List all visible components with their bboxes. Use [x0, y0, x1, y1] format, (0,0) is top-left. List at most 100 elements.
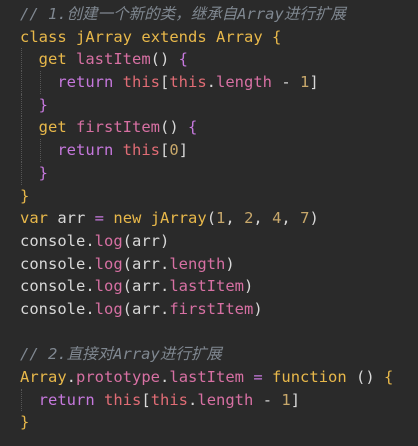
code-line[interactable]: } — [0, 411, 418, 434]
code-token: { — [188, 118, 198, 137]
code-token: } — [20, 186, 30, 205]
code-token: - — [272, 73, 301, 92]
code-token: Array — [216, 27, 263, 46]
code-token: this — [122, 141, 160, 160]
code-token: . — [85, 277, 95, 296]
code-line[interactable]: console.log(arr.length) — [0, 253, 418, 276]
code-token: firstItem — [169, 299, 254, 318]
code-token: ] — [309, 73, 319, 92]
code-token: . — [85, 231, 95, 250]
code-token: } — [38, 95, 49, 114]
code-token: . — [66, 368, 77, 386]
code-token: lastItem — [169, 277, 244, 296]
code-token: . — [85, 254, 95, 273]
code-line[interactable]: console.log(arr.lastItem) — [0, 275, 418, 298]
code-token: { — [178, 50, 189, 69]
code-line[interactable]: console.log(arr) — [0, 230, 418, 253]
code-editor[interactable]: // 1.创建一个新的类，继承自Array进行扩展 class jArray ex… — [0, 0, 418, 446]
code-token: 1 — [281, 390, 291, 409]
code-token: this — [169, 73, 207, 92]
code-token: = — [94, 209, 105, 228]
code-line[interactable]: get firstItem() { — [0, 116, 418, 140]
code-token: console — [20, 299, 86, 318]
indent-guide — [21, 93, 22, 117]
code-token: return — [38, 390, 95, 409]
code-token: // 1.创建一个新的类，继承自Array进行扩展 — [20, 5, 346, 23]
code-token: (arr. — [122, 254, 170, 273]
code-token: ) — [309, 209, 319, 228]
code-line[interactable]: return this[this.length - 1] — [0, 71, 418, 94]
code-line[interactable]: get lastItem() { — [0, 48, 418, 72]
code-token: , — [225, 209, 245, 228]
code-token: () — [346, 368, 385, 386]
code-token: . — [85, 299, 95, 318]
code-token: log — [94, 277, 123, 296]
code-token: log — [94, 299, 123, 318]
code-token: var — [20, 209, 48, 228]
code-token: ) — [225, 254, 235, 273]
code-line[interactable]: } — [0, 161, 418, 185]
code-token: [ — [141, 390, 151, 409]
code-token: // 2.直接对Array进行扩展 — [20, 345, 222, 364]
code-token: jArray — [76, 27, 133, 46]
code-token: this — [104, 390, 142, 409]
code-token: firstItem — [76, 118, 161, 137]
code-token: [ — [160, 73, 170, 92]
code-line[interactable]: } — [0, 93, 418, 117]
code-token: this — [150, 390, 189, 409]
code-token: length — [216, 73, 273, 92]
code-token: arr — [48, 209, 95, 228]
code-token: this — [122, 73, 160, 92]
code-line[interactable]: var arr = new jArray(1, 2, 4, 7) — [0, 207, 418, 230]
code-token: return — [57, 141, 114, 160]
code-token: ) — [253, 299, 263, 318]
code-line[interactable]: } — [0, 185, 418, 208]
code-line[interactable]: Array.prototype.lastItem = function () { — [0, 366, 418, 389]
code-line[interactable]: console.log(arr.firstItem) — [0, 298, 418, 321]
code-token: . — [160, 368, 170, 386]
code-line[interactable]: // 1.创建一个新的类，继承自Array进行扩展 — [0, 3, 418, 26]
code-token: 1 — [300, 73, 310, 92]
code-token: console — [20, 231, 86, 250]
code-token: { — [272, 27, 282, 46]
code-token: () — [160, 118, 189, 137]
indent-guide — [21, 388, 22, 412]
code-token: ( — [206, 209, 217, 228]
code-token: (arr) — [122, 231, 170, 250]
indent-guide — [21, 71, 22, 94]
code-token: , — [253, 209, 273, 228]
code-line[interactable]: // 2.直接对Array进行扩展 — [0, 343, 418, 366]
indent-guide — [21, 139, 22, 162]
code-token: get — [38, 50, 67, 69]
code-token: log — [94, 231, 123, 250]
indent-guide — [21, 116, 22, 140]
code-line[interactable]: return this[this.length - 1] — [0, 388, 418, 412]
code-token: class — [20, 27, 67, 46]
code-line[interactable]: class jArray extends Array { — [0, 26, 418, 49]
code-token: length — [197, 390, 254, 409]
code-line[interactable] — [0, 321, 418, 344]
code-token: log — [94, 254, 123, 273]
code-token: function — [272, 368, 347, 386]
code-line[interactable]: return this[0] — [0, 139, 418, 162]
code-token: Array — [20, 368, 67, 386]
code-token: ] — [290, 390, 301, 409]
code-token: extends — [141, 27, 207, 46]
code-token: jArray — [150, 209, 207, 228]
